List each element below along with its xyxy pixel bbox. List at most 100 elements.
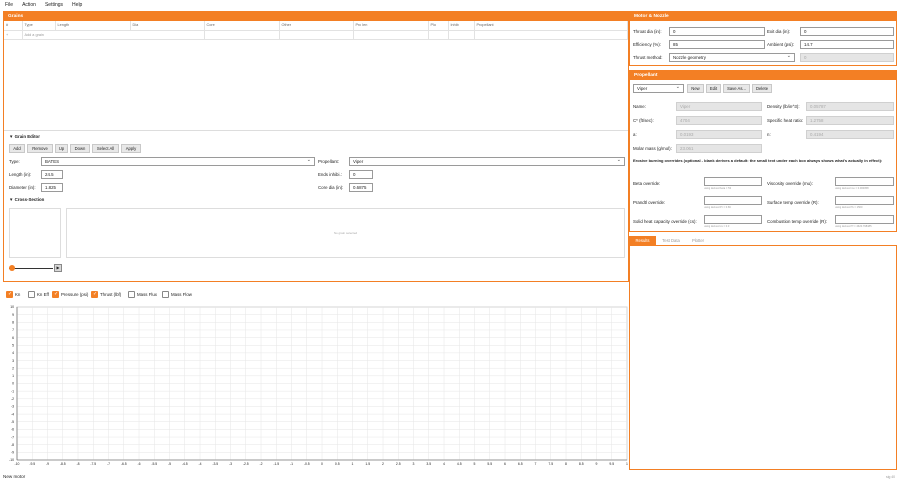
y-tick-label: 3 [12, 359, 14, 363]
length-input[interactable]: 24.5 [41, 170, 63, 179]
remove-grain-button[interactable]: Remove [27, 144, 53, 153]
col-index[interactable]: # [4, 21, 23, 31]
heat-capacity-input[interactable] [704, 215, 762, 224]
x-tick-label: -5 [168, 462, 171, 466]
apply-button[interactable]: Apply [121, 144, 141, 153]
name-label: Name: [633, 104, 646, 109]
specific-heat-label: Specific heat ratio: [767, 118, 804, 123]
col-plo[interactable]: Plo [428, 21, 449, 31]
y-tick-label: 2 [12, 366, 14, 370]
x-tick-label: 0.5 [335, 462, 340, 466]
surface-temp-input[interactable] [835, 196, 894, 205]
col-type[interactable]: Type [22, 21, 56, 31]
menu-file[interactable]: File [5, 2, 13, 8]
grains-table: # Type Length Dia Core Other Prc len Plo… [4, 21, 628, 40]
grain-type-select[interactable]: BATES [41, 157, 315, 166]
exit-input[interactable]: 0 [800, 27, 894, 36]
menu-help[interactable]: Help [72, 2, 82, 8]
surface-temp-label: Surface temp override (R): [767, 200, 819, 205]
x-tick-label: -7 [107, 462, 110, 466]
y-tick-label: -5 [11, 420, 14, 424]
col-other[interactable]: Other [279, 21, 354, 31]
play-button[interactable]: ▶ [54, 264, 62, 272]
add-grain-button[interactable]: Add [9, 144, 25, 153]
n-label: n: [767, 132, 771, 137]
col-length[interactable]: Length [55, 21, 131, 31]
tab-plotter[interactable]: Plotter [686, 236, 710, 245]
move-up-button[interactable]: Up [55, 144, 68, 153]
heat-capacity-hint: using derived cs = 0.3 [704, 225, 730, 228]
col-dia[interactable]: Dia [130, 21, 205, 31]
exit-label: Exit dia (in): [767, 29, 791, 34]
x-tick-label: -6 [137, 462, 140, 466]
diameter-input[interactable]: 1.825 [41, 183, 63, 192]
grain-propellant-select[interactable]: Viper [349, 157, 625, 166]
ends-inhibited-input[interactable]: 0 [349, 170, 373, 179]
y-tick-label: 1 [12, 374, 14, 378]
heat-capacity-label: Solid heat capacity override (cs): [633, 219, 697, 224]
surface-temp-hint: using derived Ts = 1500 [835, 206, 863, 209]
menu-action[interactable]: Action [22, 2, 36, 8]
beta-input[interactable] [704, 177, 762, 186]
mass-flux-label: Mass Flux [137, 292, 158, 297]
y-tick-label: -9 [11, 451, 14, 455]
combustion-temp-input[interactable] [835, 215, 894, 224]
motor-nozzle-panel: Motor & Nozzle Throat dia (in): 0 Exit d… [629, 11, 897, 66]
prandtl-input[interactable] [704, 196, 762, 205]
density-field: 0.05787 [806, 102, 894, 111]
x-tick-label: 6 [504, 462, 506, 466]
add-grain-row[interactable]: + Add a grain [4, 30, 628, 40]
col-core[interactable]: Core [204, 21, 280, 31]
kn-eff-checkbox[interactable] [28, 291, 35, 298]
save-as-button[interactable]: Save As... [723, 84, 750, 93]
viscosity-input[interactable] [835, 177, 894, 186]
menu-bar: File Action Settings Help [0, 0, 900, 10]
combustion-temp-hint: using derived Tf = 4620.798485 [835, 225, 872, 228]
tab-test-data[interactable]: Test Data [657, 236, 685, 245]
y-tick-label: -6 [11, 428, 14, 432]
tab-results[interactable]: Results [629, 236, 656, 245]
pressure-checkbox[interactable] [52, 291, 59, 298]
mass-flux-checkbox[interactable] [128, 291, 135, 298]
combustion-temp-label: Combustion temp override (R): [767, 219, 828, 224]
ambient-input[interactable]: 14.7 [800, 40, 894, 49]
cross-section-canvas: No grain selected [66, 208, 625, 258]
results-pane [629, 245, 897, 470]
select-all-button[interactable]: Select All [92, 144, 119, 153]
new-propellant-button[interactable]: New [687, 84, 704, 93]
cross-section-slider[interactable] [9, 265, 53, 271]
y-tick-label: 7 [12, 328, 14, 332]
col-inhib[interactable]: Inhib [448, 21, 475, 31]
thrust-checkbox[interactable] [91, 291, 98, 298]
mass-flow-checkbox[interactable] [162, 291, 169, 298]
efficiency-input[interactable]: 85 [669, 40, 765, 49]
name-field: Viper [676, 102, 762, 111]
grain-editor-title[interactable]: ▼ Grain Editor [9, 134, 40, 139]
x-tick-label: 1.5 [365, 462, 370, 466]
menu-settings[interactable]: Settings [45, 2, 63, 8]
thrust-method-select[interactable]: Nozzle geometry [669, 53, 795, 62]
kn-checkbox[interactable] [6, 291, 13, 298]
col-propellant[interactable]: Propellant [474, 21, 628, 31]
motor-chart[interactable]: 109876543210-1-2-3-4-5-6-7-8-9-10-10 -9.5… [0, 302, 632, 472]
slider-handle[interactable] [9, 265, 15, 271]
status-version: sig 40 [886, 475, 896, 479]
diameter-label: Diameter (in): [9, 185, 36, 190]
throat-input[interactable]: 0 [669, 27, 765, 36]
ambient-label: Ambient (psi): [767, 42, 795, 47]
cross-section-title[interactable]: ▼ Cross-Section [9, 197, 44, 202]
thrust-coefficient-input: 0 [800, 53, 894, 62]
move-down-button[interactable]: Down [70, 144, 90, 153]
col-prc-len[interactable]: Prc len [353, 21, 429, 31]
x-tick-label: -7.5 [90, 462, 96, 466]
propellant-label: Propellant: [318, 159, 339, 164]
edit-propellant-button[interactable]: Edit [706, 84, 721, 93]
propellant-select[interactable]: Viper [633, 84, 684, 93]
x-tick-label: -2 [259, 462, 262, 466]
density-label: Density (lb/in^3): [767, 104, 800, 109]
x-tick-label: 3.5 [426, 462, 431, 466]
y-tick-label: 9 [12, 313, 14, 317]
delete-propellant-button[interactable]: Delete [752, 84, 772, 93]
y-tick-label: -3 [11, 405, 14, 409]
core-dia-input[interactable]: 0.6875 [349, 183, 373, 192]
